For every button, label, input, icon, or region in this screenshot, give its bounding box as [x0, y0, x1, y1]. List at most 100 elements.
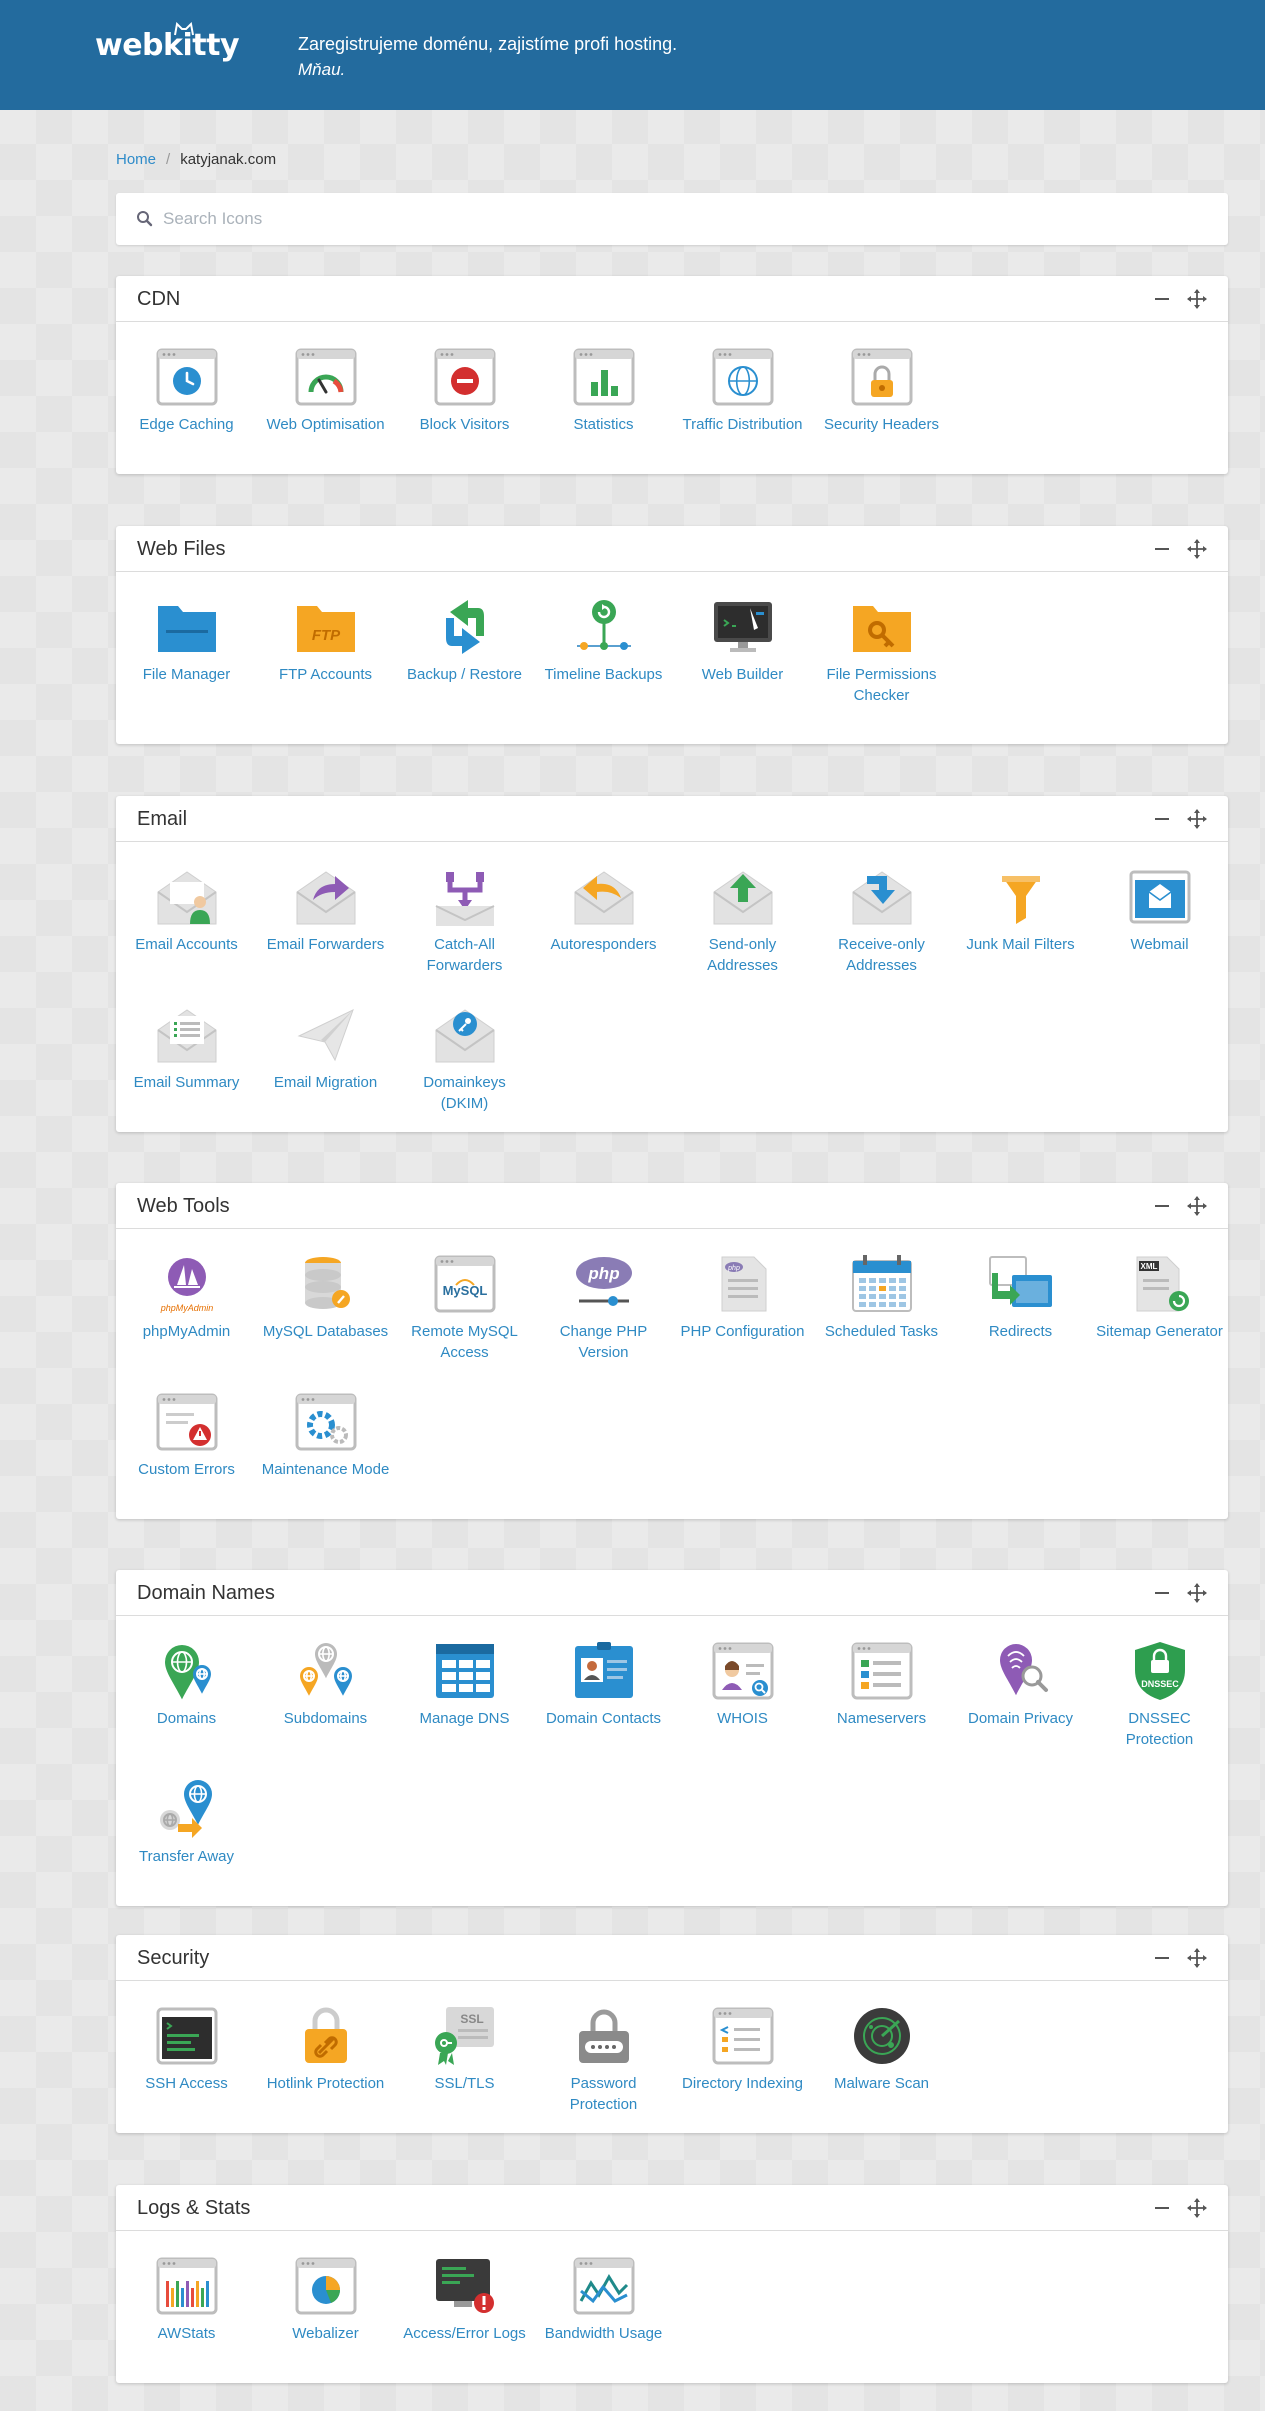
tool-password-protection[interactable]: Password Protection — [534, 2001, 673, 2115]
domains-icon — [164, 1645, 211, 1700]
tool-email-forwarders[interactable]: Email Forwarders — [256, 862, 395, 955]
tool-ftp-accounts[interactable]: FTP FTP Accounts — [256, 592, 395, 685]
tool-malware-scan[interactable]: Malware Scan — [812, 2001, 951, 2094]
tool-whois[interactable]: WHOIS — [673, 1636, 812, 1729]
move-icon[interactable] — [1186, 538, 1208, 560]
panel-items: AWStats Webalizer Access/Error Logs Bandwid… — [116, 2231, 1228, 2383]
tool-backup-restore[interactable]: Backup / Restore — [395, 592, 534, 685]
tool-dkim[interactable]: Domainkeys (DKIM) — [395, 1000, 534, 1114]
tool-label: Subdomains — [283, 1710, 368, 1727]
move-icon[interactable] — [1186, 1947, 1208, 1969]
tool-catch-all[interactable]: Catch-All Forwarders — [395, 862, 534, 976]
search-input[interactable] — [163, 193, 1203, 245]
tool-statistics[interactable]: Statistics — [534, 342, 673, 435]
tool-directory-indexing[interactable]: Directory Indexing — [673, 2001, 812, 2094]
tool-sitemap[interactable]: XML Sitemap Generator — [1090, 1249, 1229, 1342]
tool-awstats[interactable]: AWStats — [117, 2251, 256, 2344]
tool-bandwidth-usage[interactable]: Bandwidth Usage — [534, 2251, 673, 2344]
tool-maintenance-mode[interactable]: Maintenance Mode — [256, 1387, 395, 1480]
tool-ssl-tls[interactable]: SSL SSL/TLS — [395, 2001, 534, 2094]
move-icon[interactable] — [1186, 808, 1208, 830]
receive-only-icon — [851, 871, 912, 925]
tool-label: Security Headers — [823, 416, 940, 433]
tool-block-visitors[interactable]: Block Visitors — [395, 342, 534, 435]
tool-access-error-logs[interactable]: Access/Error Logs — [395, 2251, 534, 2344]
tool-send-only[interactable]: Send-only Addresses — [673, 862, 812, 976]
panel-header: Logs & Stats — [116, 2185, 1228, 2231]
tool-label: SSH Access — [145, 2075, 228, 2092]
tool-email-accounts[interactable]: Email Accounts — [117, 862, 256, 955]
tool-web-optimisation[interactable]: Web Optimisation — [256, 342, 395, 435]
move-icon[interactable] — [1186, 2197, 1208, 2219]
tool-email-summary[interactable]: Email Summary — [117, 1000, 256, 1093]
tool-phpmyadmin[interactable]: phpMyAdmin phpMyAdmin — [117, 1249, 256, 1342]
domain-privacy-icon — [999, 1644, 1048, 1696]
minimize-icon[interactable] — [1151, 1947, 1173, 1969]
tool-receive-only[interactable]: Receive-only Addresses — [812, 862, 951, 976]
panel-logs-stats: Logs & Stats AWStats Webalizer Access/Error… — [116, 2185, 1228, 2383]
tool-file-manager[interactable]: File Manager — [117, 592, 256, 685]
svg-text:XML: XML — [1140, 1262, 1157, 1271]
tool-mysql-databases[interactable]: MySQL Databases — [256, 1249, 395, 1342]
tool-custom-errors[interactable]: Custom Errors — [117, 1387, 256, 1480]
breadcrumb-home-link[interactable]: Home — [116, 151, 156, 168]
tool-remote-mysql[interactable]: MySQL Remote MySQL Access — [395, 1249, 534, 1363]
tool-nameservers[interactable]: Nameservers — [812, 1636, 951, 1729]
tool-timeline-backups[interactable]: Timeline Backups — [534, 592, 673, 685]
minimize-icon[interactable] — [1151, 538, 1173, 560]
tool-redirects[interactable]: Redirects — [951, 1249, 1090, 1342]
tool-label: MySQL Databases — [262, 1323, 389, 1340]
tool-webmail[interactable]: Webmail — [1090, 862, 1229, 955]
panel-security: Security SSH Access Hotlink Protection SSL S… — [116, 1935, 1228, 2133]
mysql-databases-icon — [304, 1257, 350, 1309]
tool-edge-caching[interactable]: Edge Caching — [117, 342, 256, 435]
tool-domain-privacy[interactable]: Domain Privacy — [951, 1636, 1090, 1729]
panel-items: Edge Caching Web Optimisation Block Visito… — [116, 322, 1228, 474]
tool-manage-dns[interactable]: Manage DNS — [395, 1636, 534, 1729]
tool-ssh-access[interactable]: SSH Access — [117, 2001, 256, 2094]
tool-domain-contacts[interactable]: Domain Contacts — [534, 1636, 673, 1729]
webkitty-logo[interactable]: webkitty — [95, 22, 240, 63]
minimize-icon[interactable] — [1151, 288, 1173, 310]
move-icon[interactable] — [1186, 288, 1208, 310]
minimize-icon[interactable] — [1151, 1195, 1173, 1217]
tool-web-builder[interactable]: Web Builder — [673, 592, 812, 685]
tool-domains[interactable]: Domains — [117, 1636, 256, 1729]
tool-php-version[interactable]: php Change PHP Version — [534, 1249, 673, 1363]
file-manager-icon — [157, 606, 216, 652]
minimize-icon[interactable] — [1151, 2197, 1173, 2219]
move-icon[interactable] — [1186, 1195, 1208, 1217]
email-summary-icon — [156, 1009, 217, 1063]
tool-junk-mail[interactable]: Junk Mail Filters — [951, 862, 1090, 955]
tool-scheduled-tasks[interactable]: Scheduled Tasks — [812, 1249, 951, 1342]
minimize-icon[interactable] — [1151, 1582, 1173, 1604]
minimize-icon[interactable] — [1151, 808, 1173, 830]
catch-all-icon — [435, 872, 494, 926]
tool-email-migration[interactable]: Email Migration — [256, 1000, 395, 1093]
tool-label: phpMyAdmin — [142, 1323, 231, 1340]
tool-label: Hotlink Protection — [266, 2075, 385, 2092]
tool-label: Remote MySQL Access — [411, 1323, 518, 1361]
tool-label: PHP Configuration — [680, 1323, 805, 1340]
tool-hotlink[interactable]: Hotlink Protection — [256, 2001, 395, 2094]
panel-items: phpMyAdmin phpMyAdmin MySQL Databases MySQL… — [116, 1229, 1228, 1519]
tool-php-config[interactable]: php PHP Configuration — [673, 1249, 812, 1342]
tool-subdomains[interactable]: Subdomains — [256, 1636, 395, 1729]
tool-traffic-distribution[interactable]: Traffic Distribution — [673, 342, 812, 435]
tagline-line2: Mňau. — [298, 60, 346, 79]
tool-dnssec[interactable]: DNSSEC DNSSEC Protection — [1090, 1636, 1229, 1750]
tool-webalizer[interactable]: Webalizer — [256, 2251, 395, 2344]
panel-title: Logs & Stats — [137, 2197, 251, 2219]
tool-label: WHOIS — [717, 1710, 768, 1727]
tool-label: Backup / Restore — [406, 666, 523, 683]
tool-label: Nameservers — [836, 1710, 927, 1727]
custom-errors-icon — [156, 1393, 217, 1451]
tool-label: Timeline Backups — [544, 666, 663, 683]
tool-autoresponders[interactable]: Autoresponders — [534, 862, 673, 955]
tool-transfer-away[interactable]: Transfer Away — [117, 1774, 256, 1867]
tool-file-permissions[interactable]: File Permissions Checker — [812, 592, 951, 706]
tool-security-headers[interactable]: Security Headers — [812, 342, 951, 435]
move-icon[interactable] — [1186, 1582, 1208, 1604]
php-version-icon: php — [575, 1257, 632, 1306]
breadcrumb-current: katyjanak.com — [180, 151, 277, 168]
